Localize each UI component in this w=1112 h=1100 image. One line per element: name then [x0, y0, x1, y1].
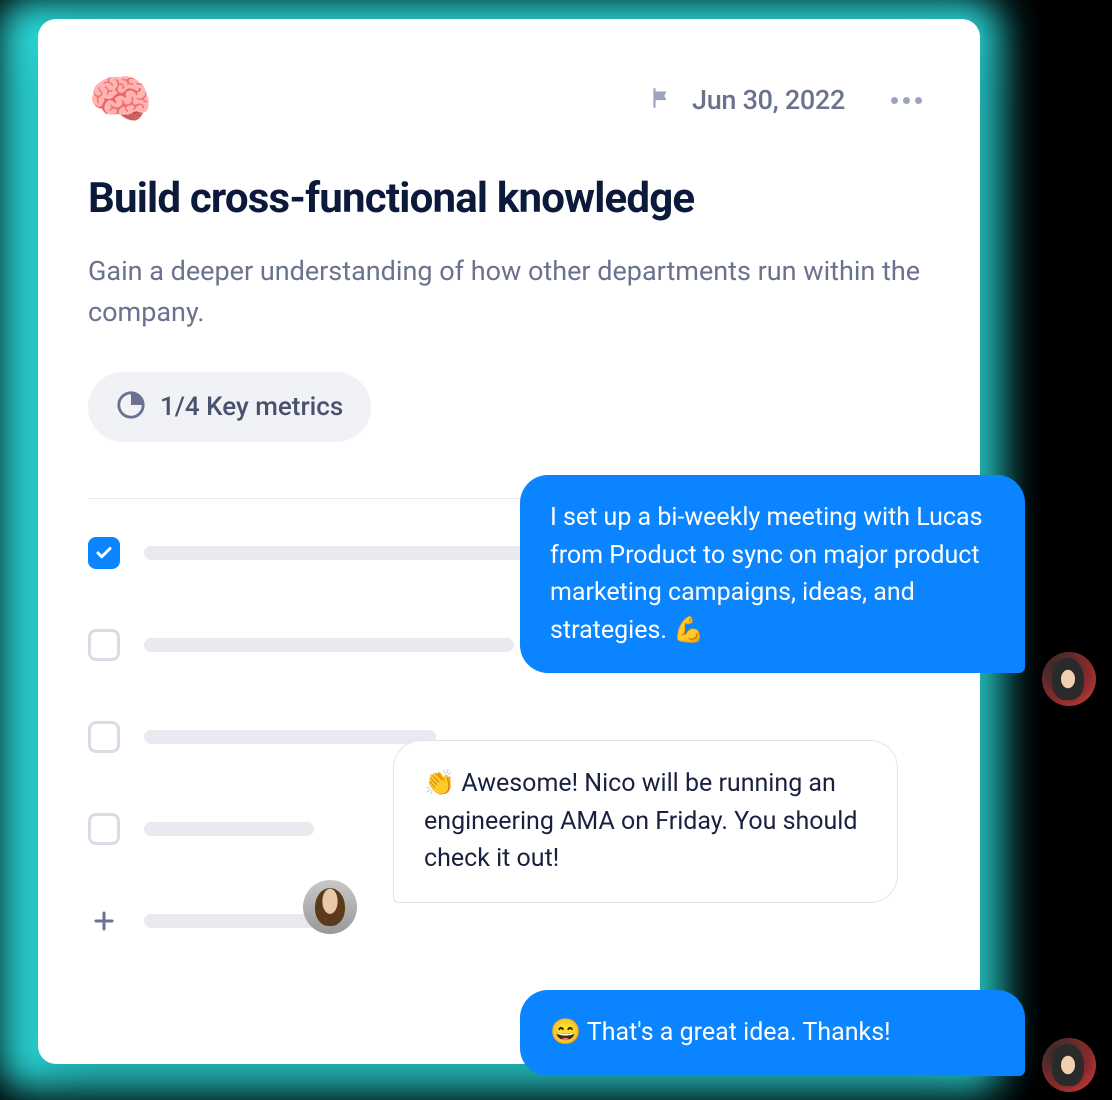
avatar[interactable]: [303, 880, 357, 934]
item-placeholder-line: [144, 546, 539, 560]
chat-bubble-sent: 😄 That's a great idea. Thanks!: [520, 990, 1025, 1076]
progress-pie-icon: [116, 390, 146, 424]
card-header: 🧠 Jun 30, 2022: [88, 74, 930, 126]
due-date[interactable]: Jun 30, 2022: [692, 84, 845, 116]
plus-icon[interactable]: [88, 905, 120, 937]
chat-bubble-received: 👏 Awesome! Nico will be running an engin…: [393, 740, 898, 903]
checkbox-checked[interactable]: [88, 537, 120, 569]
key-metrics-pill[interactable]: 1/4 Key metrics: [88, 372, 371, 442]
avatar[interactable]: [1042, 1038, 1096, 1092]
avatar[interactable]: [1042, 652, 1096, 706]
item-placeholder-line: [144, 730, 436, 744]
checkbox-unchecked[interactable]: [88, 629, 120, 661]
item-placeholder-line: [144, 822, 314, 836]
chat-bubble-sent: I set up a bi-weekly meeting with Lucas …: [520, 475, 1025, 673]
more-button[interactable]: [883, 89, 930, 112]
goal-description[interactable]: Gain a deeper understanding of how other…: [88, 251, 930, 332]
key-metrics-label: 1/4 Key metrics: [160, 392, 343, 422]
item-placeholder-line: [144, 638, 514, 652]
header-right: Jun 30, 2022: [648, 84, 930, 116]
checkbox-unchecked[interactable]: [88, 721, 120, 753]
add-item-row[interactable]: [88, 905, 930, 937]
flag-icon[interactable]: [648, 85, 674, 115]
checkbox-unchecked[interactable]: [88, 813, 120, 845]
goal-title[interactable]: Build cross-functional knowledge: [88, 174, 930, 223]
brain-icon: 🧠: [88, 74, 153, 126]
